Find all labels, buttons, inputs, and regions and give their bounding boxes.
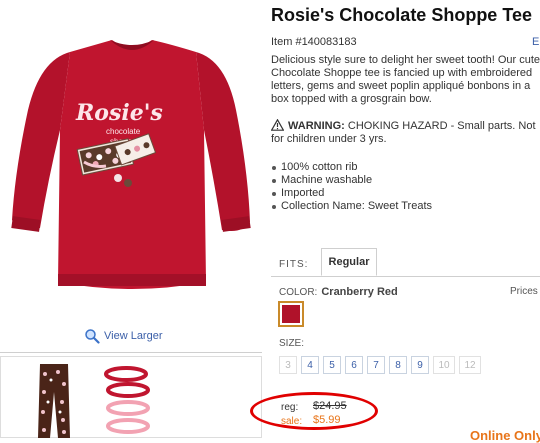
item-number: Item #140083183 — [271, 36, 357, 48]
list-item: 100% cotton rib — [271, 161, 432, 174]
shirt-line1-text: chocolate — [106, 127, 141, 136]
leggings-thumbnail[interactable] — [36, 362, 72, 438]
size-option-4[interactable]: 4 — [301, 356, 319, 374]
size-option-10: 10 — [433, 356, 455, 374]
prices-label: Prices — [510, 286, 538, 297]
size-option-9[interactable]: 9 — [411, 356, 429, 374]
magnifier-icon — [85, 329, 100, 344]
size-option-8[interactable]: 8 — [389, 356, 407, 374]
online-only-badge: Online Only — [470, 428, 540, 443]
swatch-fill — [282, 305, 300, 323]
warning-icon — [271, 119, 284, 131]
color-label-text: COLOR: — [279, 287, 318, 298]
view-larger-label: View Larger — [104, 330, 163, 342]
color-swatch-cranberry-red[interactable] — [278, 301, 304, 327]
size-selector: 3 4 5 6 7 8 9 10 12 — [279, 356, 481, 374]
view-larger-link[interactable]: View Larger — [84, 326, 163, 346]
sale-price-label: sale: — [281, 416, 303, 427]
regular-price: $24.95 — [313, 400, 347, 412]
warning-prefix: WARNING: — [288, 120, 345, 132]
shirt-brand-text: Rosie's — [75, 100, 163, 126]
list-item: Imported — [271, 187, 432, 200]
list-item: Collection Name: Sweet Treats — [271, 200, 432, 213]
product-title: Rosie's Chocolate Shoppe Tee — [271, 5, 532, 25]
fits-tab-bar — [271, 248, 540, 277]
size-label: SIZE: — [279, 338, 305, 349]
choking-warning: WARNING: CHOKING HAZARD - Small parts. N… — [271, 119, 540, 146]
size-option-6[interactable]: 6 — [345, 356, 363, 374]
color-label: COLOR: Cranberry Red — [279, 286, 398, 298]
product-image: Rosie's chocolate shoppe — [0, 0, 262, 325]
color-value: Cranberry Red — [321, 286, 398, 298]
size-option-12: 12 — [459, 356, 481, 374]
feature-list: 100% cotton rib Machine washable Importe… — [271, 161, 432, 213]
size-option-5[interactable]: 5 — [323, 356, 341, 374]
tab-regular[interactable]: Regular — [321, 248, 377, 276]
list-item: Machine washable — [271, 174, 432, 187]
regular-price-label: reg: — [281, 402, 299, 413]
hair-clips-thumbnail[interactable] — [96, 364, 160, 438]
size-option-7[interactable]: 7 — [367, 356, 385, 374]
fits-label: FITS: — [279, 259, 309, 270]
size-option-3: 3 — [279, 356, 297, 374]
product-description: Delicious style sure to delight her swee… — [271, 54, 540, 105]
sale-price: $5.99 — [313, 414, 341, 426]
email-link[interactable]: E — [532, 36, 539, 48]
